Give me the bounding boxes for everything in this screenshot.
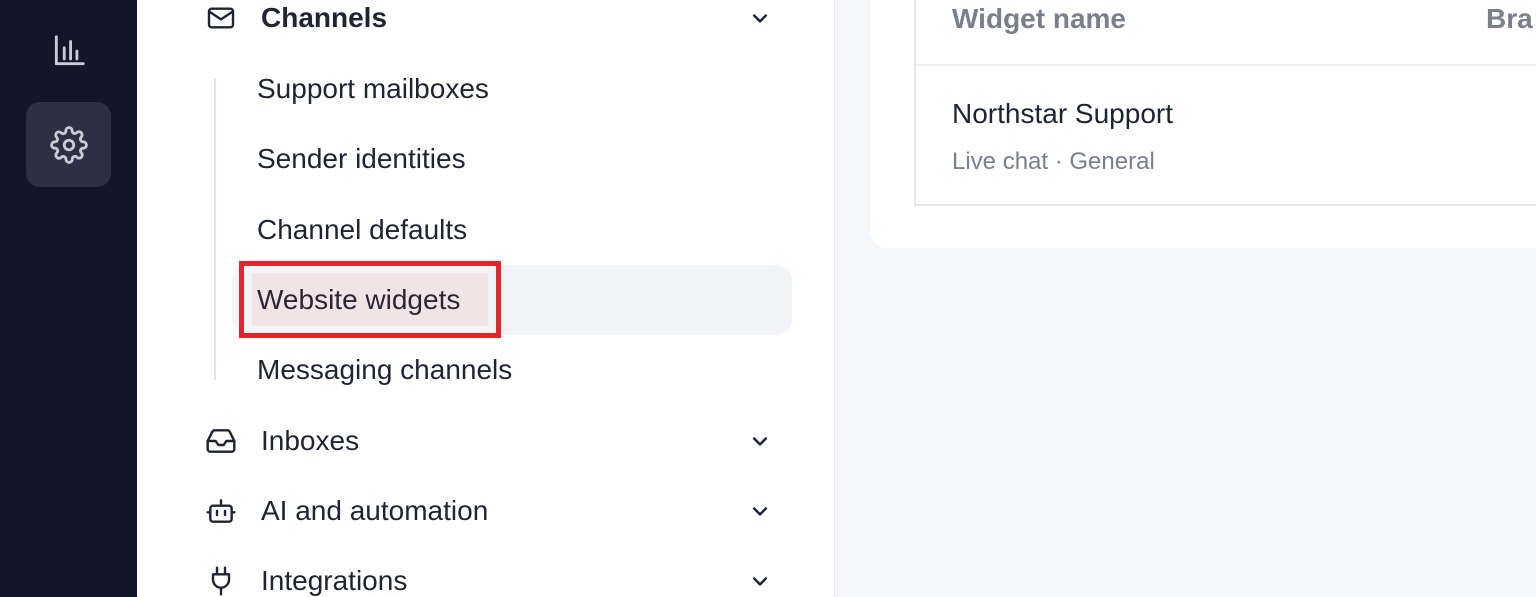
gear-icon (49, 125, 88, 164)
nav-section-label: Inboxes (261, 425, 360, 456)
icon-rail (0, 0, 137, 597)
nav-section-channels[interactable]: Channels (205, 0, 772, 38)
nav-item-website-widgets[interactable]: Website widgets (232, 265, 792, 335)
tree-line (214, 78, 216, 380)
nav-section-label: Integrations (261, 565, 408, 596)
nav-section-label: AI and automation (261, 495, 489, 526)
plug-icon (205, 564, 239, 597)
chevron-down-icon[interactable] (748, 499, 772, 523)
inbox-icon (205, 424, 239, 458)
chevron-down-icon[interactable] (748, 569, 772, 593)
nav-item-channel-defaults[interactable]: Channel defaults (232, 195, 792, 265)
column-header-widget-name[interactable]: Widget name (952, 0, 1126, 48)
settings-rail-button[interactable] (26, 102, 111, 187)
widget-row-name[interactable]: Northstar Support (952, 98, 1173, 130)
nav-item-messaging-channels[interactable]: Messaging channels (232, 335, 792, 405)
analytics-rail-button[interactable] (26, 8, 111, 93)
nav-item-sender-identities[interactable]: Sender identities (232, 124, 792, 194)
nav-section-ai-automation[interactable]: AI and automation (205, 491, 772, 531)
bot-icon (205, 494, 239, 528)
mail-icon (205, 1, 239, 35)
chevron-down-icon[interactable] (748, 6, 772, 30)
bar-chart-icon (54, 34, 85, 65)
nav-item-support-mailboxes[interactable]: Support mailboxes (232, 54, 792, 124)
chevron-down-icon[interactable] (748, 429, 772, 453)
header-divider (916, 64, 1536, 66)
settings-nav: Channels Support mailboxes Sender identi… (137, 0, 835, 597)
widget-row-meta: Live chat · General (952, 148, 1155, 175)
nav-section-label: Channels (261, 2, 388, 33)
nav-section-inboxes[interactable]: Inboxes (205, 421, 772, 461)
widgets-table: Widget name Bra Northstar Support Live c… (914, 0, 1536, 206)
column-header-brand[interactable]: Bra (1486, 0, 1533, 48)
nav-section-integrations[interactable]: Integrations (205, 561, 772, 597)
